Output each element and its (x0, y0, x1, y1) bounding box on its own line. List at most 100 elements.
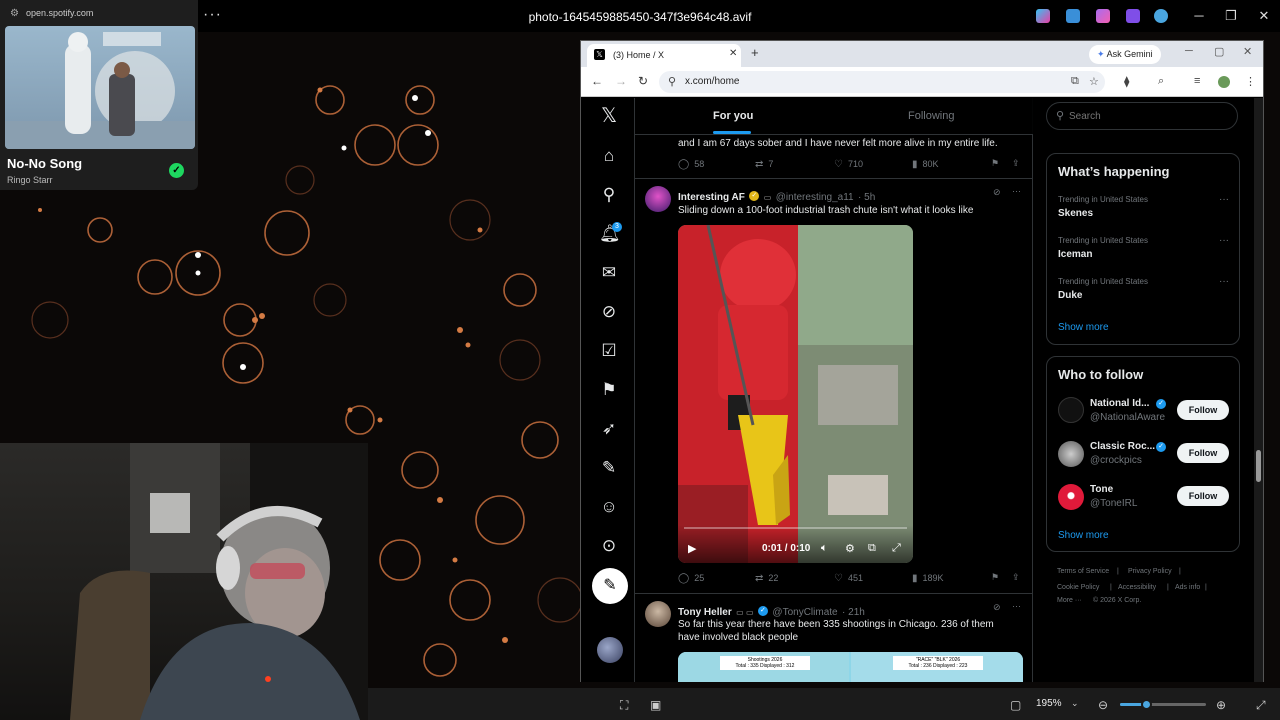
share-icon[interactable]: ⇪ (1012, 572, 1020, 583)
bookmark-icon[interactable]: ⚑ (991, 158, 999, 169)
like-action[interactable]: ♡ 710 (834, 159, 863, 170)
tab-x-home[interactable]: 𝕏 (3) Home / X ✕ (587, 44, 741, 67)
more-link[interactable]: More ··· (1057, 597, 1082, 604)
trend-name[interactable]: Duke (1058, 290, 1082, 301)
back-icon[interactable]: ← (591, 74, 603, 88)
copilot-icon[interactable] (1036, 9, 1050, 23)
omnibox[interactable]: ⚲ x.com/home ⧉ ☆ (659, 71, 1105, 93)
search-box[interactable]: ⚲ (1046, 102, 1238, 130)
scrollbar[interactable] (1254, 98, 1263, 682)
minimize-icon[interactable]: ─ (1185, 45, 1193, 57)
video-player[interactable]: ▶ 0:01 / 0:10 🔈︎ ⚙ ⧉ ⤢ (678, 225, 913, 563)
bookmark-icon[interactable]: ⚑ (991, 572, 999, 583)
forward-icon[interactable]: → (615, 74, 627, 88)
fullscreen-icon[interactable]: ⤢ (1256, 698, 1266, 713)
zoom-out-icon[interactable]: ⊖ (1098, 698, 1108, 712)
terms-link[interactable]: Terms of Service (1057, 568, 1109, 575)
avatar[interactable] (1058, 441, 1084, 467)
author-handle[interactable]: @TonyClimate (772, 607, 837, 618)
avatar[interactable] (645, 186, 671, 212)
zoom-in-icon[interactable]: ⊕ (1216, 698, 1226, 712)
follow-button[interactable]: Follow (1177, 400, 1229, 420)
more-options-icon[interactable]: ··· (1012, 186, 1021, 196)
more-icon[interactable]: ⊙ (599, 536, 619, 556)
show-more-link[interactable]: Show more (1058, 530, 1109, 541)
chevron-down-icon[interactable]: ⌄ (1071, 698, 1079, 709)
more-options-icon[interactable]: ··· (1219, 194, 1229, 205)
follow-button[interactable]: Follow (1177, 486, 1229, 506)
avatar[interactable] (1058, 484, 1084, 510)
app-icon[interactable] (1066, 9, 1080, 23)
tab-following[interactable]: Following (908, 110, 954, 122)
video-progress-bar[interactable] (684, 527, 907, 529)
volume-icon[interactable]: 🔈︎ (821, 542, 828, 555)
app-icon[interactable] (1126, 9, 1140, 23)
avatar[interactable] (1058, 397, 1084, 423)
author-name[interactable]: Tony Heller (678, 607, 732, 618)
pip-icon[interactable]: ⧉ (868, 542, 876, 555)
viewer-more-button[interactable]: ··· (203, 6, 222, 24)
more-options-icon[interactable]: ··· (1219, 235, 1229, 246)
tab-search-icon[interactable]: ⌕ (1158, 75, 1164, 88)
bookmark-star-icon[interactable]: ☆ (1089, 75, 1099, 88)
fullscreen-icon[interactable]: ⤢ (892, 542, 901, 555)
avatar[interactable] (645, 601, 671, 627)
accessibility-link[interactable]: Accessibility (1118, 584, 1156, 591)
articles-icon[interactable]: ✎ (599, 458, 619, 478)
ads-info-link[interactable]: Ads info (1175, 584, 1200, 591)
reading-list-icon[interactable]: ≡ (1194, 75, 1200, 87)
author-name[interactable]: Interesting AF (678, 192, 745, 203)
post-button[interactable]: ✎ (592, 568, 628, 604)
avatar[interactable] (597, 637, 623, 663)
search-icon[interactable]: ⚲ (599, 185, 619, 205)
author-handle[interactable]: @interesting_a11 (776, 192, 854, 203)
account-handle[interactable]: @ToneIRL (1090, 498, 1137, 509)
minimize-icon[interactable]: ─ (1189, 8, 1209, 23)
saved-check-icon[interactable]: ✓ (169, 163, 184, 178)
settings-icon[interactable]: ⚙ (10, 8, 19, 19)
lists-icon[interactable]: ☑ (599, 341, 619, 361)
messages-icon[interactable]: ✉ (599, 263, 619, 283)
install-icon[interactable]: ⧉ (1071, 75, 1079, 88)
menu-icon[interactable]: ⋮ (1245, 75, 1256, 88)
maximize-icon[interactable]: ❐ (1221, 8, 1241, 24)
tweet-time[interactable]: · 5h (858, 192, 875, 203)
close-tab-icon[interactable]: ✕ (729, 48, 737, 59)
tweet-time[interactable]: · 21h (842, 607, 865, 618)
grok-icon[interactable]: ⊘ (993, 187, 1001, 198)
repost-action[interactable]: ⇄ 22 (755, 573, 778, 584)
zoom-level[interactable]: 195% (1036, 698, 1062, 709)
share-icon[interactable]: ⇪ (1012, 158, 1020, 169)
close-icon[interactable]: ✕ (1243, 45, 1252, 58)
reply-action[interactable]: ◯ 58 (678, 159, 704, 170)
search-input[interactable] (1069, 111, 1219, 122)
cloud-icon[interactable] (1154, 9, 1168, 23)
fit-icon[interactable]: ⛶ (620, 698, 628, 713)
account-name[interactable]: Classic Roc... (1090, 441, 1155, 452)
more-options-icon[interactable]: ··· (1012, 601, 1021, 611)
reload-icon[interactable]: ↻ (638, 74, 648, 88)
tab-for-you[interactable]: For you (713, 110, 753, 122)
grok-icon[interactable]: ⊘ (993, 602, 1001, 613)
app-icon[interactable] (1096, 9, 1110, 23)
scrollbar-thumb[interactable] (1256, 450, 1261, 482)
show-more-link[interactable]: Show more (1058, 322, 1109, 333)
zoom-slider-thumb[interactable] (1140, 699, 1152, 710)
follow-button[interactable]: Follow (1177, 443, 1229, 463)
grok-icon[interactable]: ⊘ (599, 302, 619, 322)
account-handle[interactable]: @NationalAware (1090, 412, 1165, 423)
views-action[interactable]: ▮ 189K (912, 573, 944, 584)
cookie-link[interactable]: Cookie Policy (1057, 584, 1099, 591)
profile-avatar[interactable] (1218, 76, 1230, 88)
account-handle[interactable]: @crockpics (1090, 455, 1142, 466)
account-name[interactable]: Tone (1090, 484, 1113, 495)
bookmarks-icon[interactable]: ⚑ (599, 380, 619, 400)
ask-gemini-button[interactable]: ✦ Ask Gemini (1089, 45, 1161, 64)
site-info-icon[interactable]: ⚲ (668, 75, 676, 88)
new-tab-button[interactable]: + (751, 45, 759, 60)
more-options-icon[interactable]: ··· (1219, 276, 1229, 287)
home-icon[interactable]: ⌂ (599, 146, 619, 166)
url-text[interactable]: x.com/home (685, 76, 739, 87)
rocket-icon[interactable]: ➶ (599, 419, 619, 439)
like-action[interactable]: ♡ 451 (834, 573, 863, 584)
